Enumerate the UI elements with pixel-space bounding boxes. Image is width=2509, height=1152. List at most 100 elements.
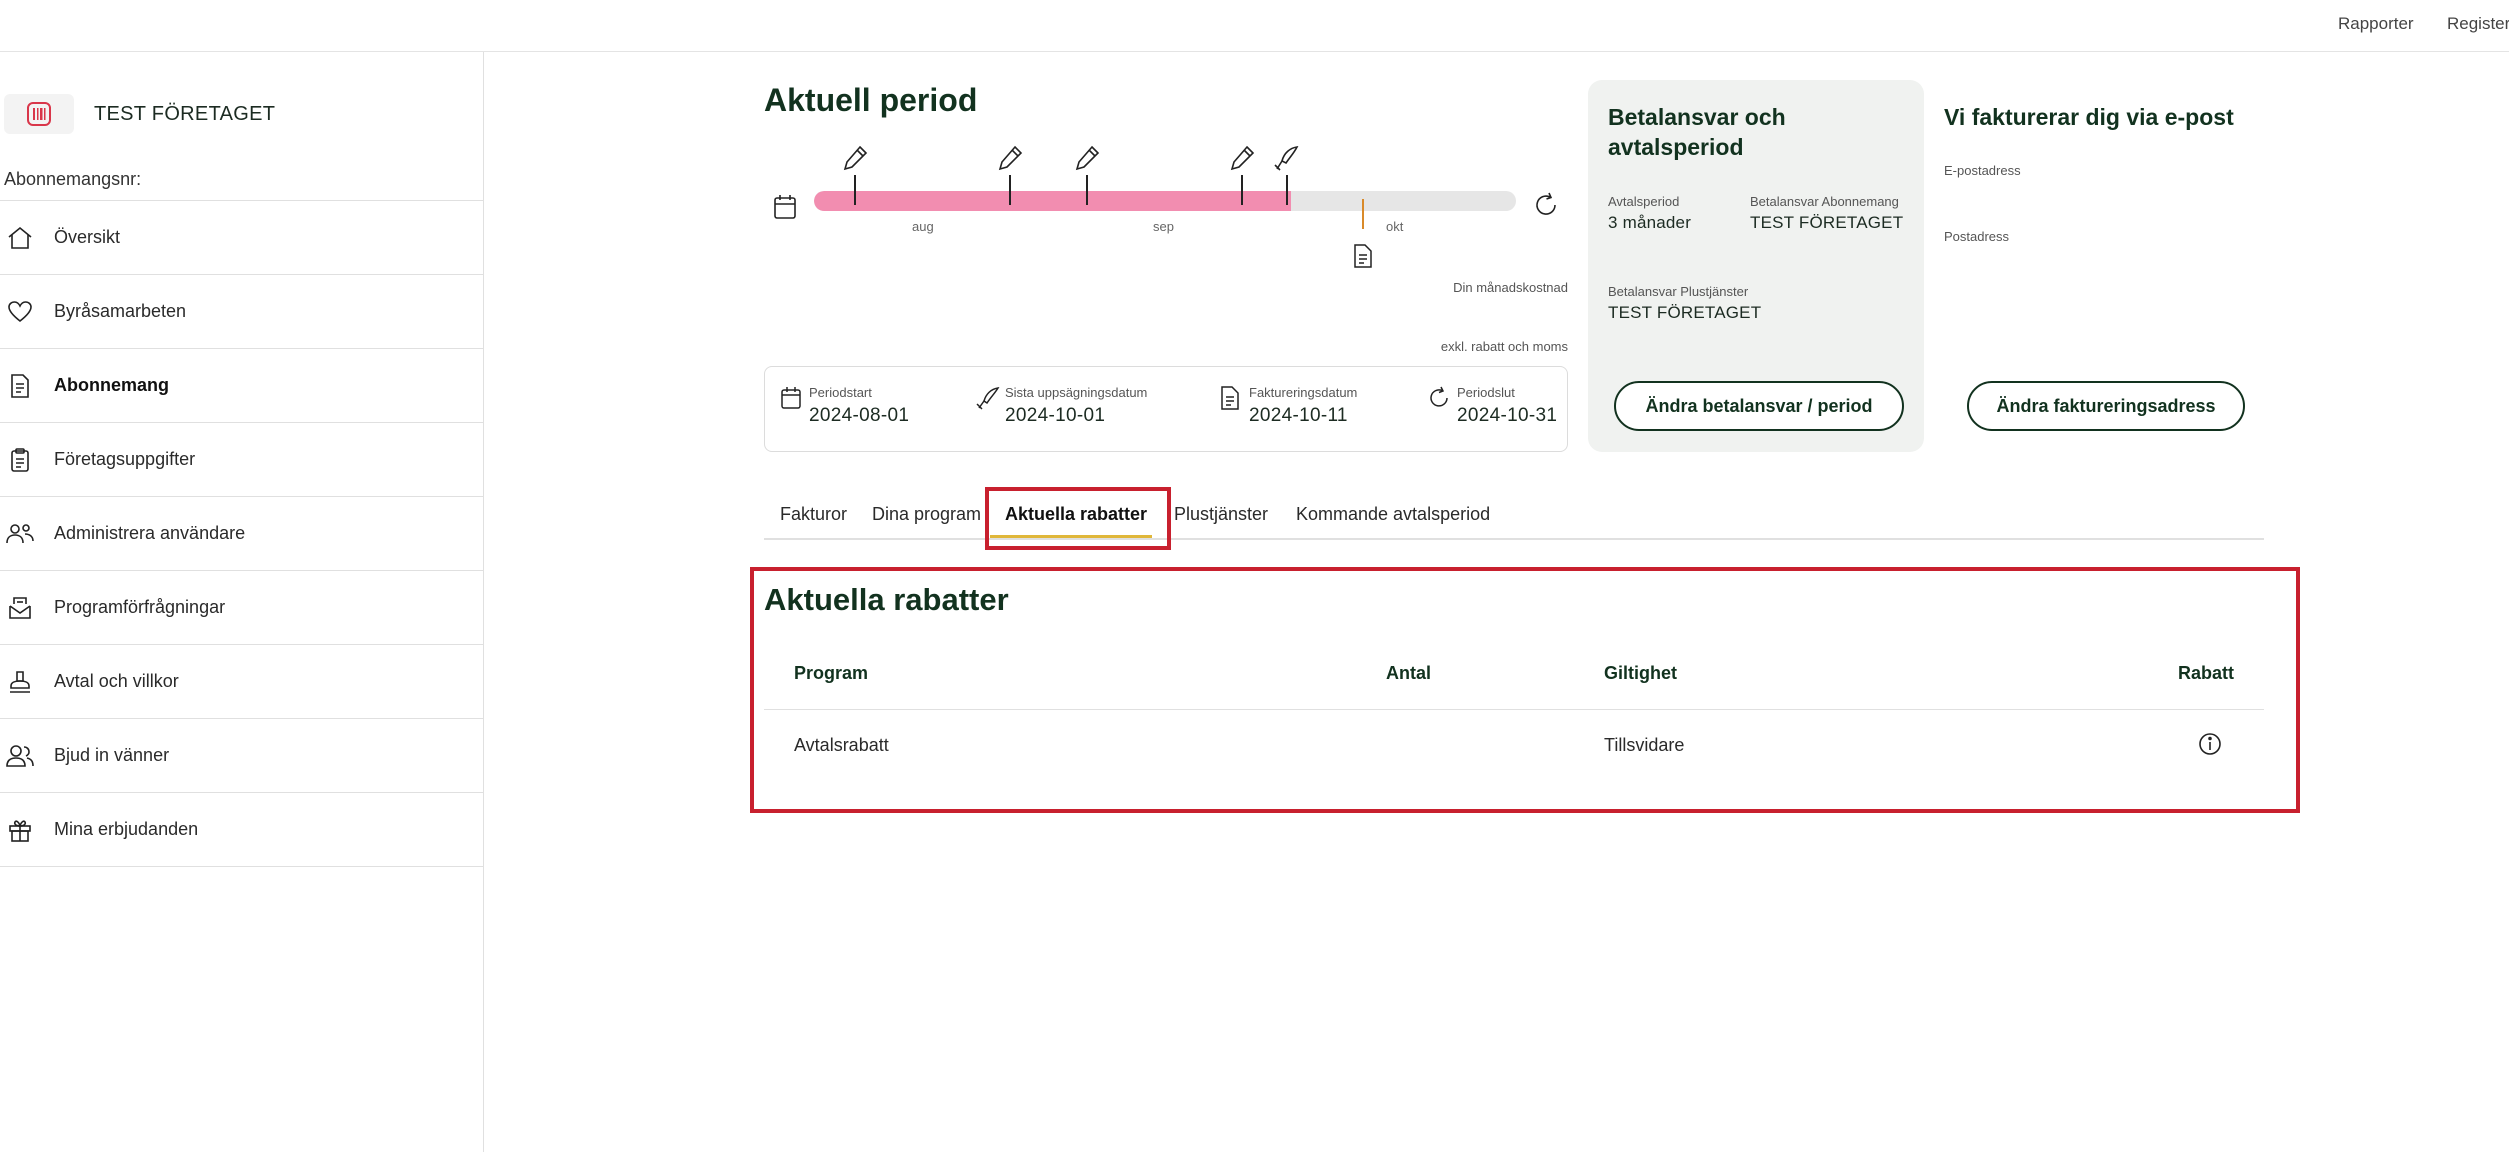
- change-billing-button[interactable]: Ändra betalansvar / period: [1614, 381, 1904, 431]
- cancellation-date-label: Sista uppsägningsdatum: [1005, 385, 1148, 400]
- timeline-month-label: okt: [1386, 219, 1404, 234]
- postal-address-label: Postadress: [1944, 229, 2010, 244]
- period-end: Periodslut 2024-10-31: [1427, 385, 1557, 427]
- tab-plus-services[interactable]: Plustjänster: [1174, 504, 1268, 525]
- discount-program-cell: Avtalsrabatt: [794, 735, 889, 755]
- column-header-discount: Rabatt: [2178, 663, 2235, 683]
- company-header: TEST FÖRETAGET: [4, 92, 275, 136]
- home-icon: [4, 222, 36, 254]
- sidebar-item-label: Företagsuppgifter: [54, 449, 196, 469]
- invoice-date: Faktureringsdatum 2024-10-11: [1219, 385, 1357, 427]
- tab-your-programs[interactable]: Dina program: [872, 504, 981, 525]
- calendar-icon: [772, 193, 798, 226]
- sidebar-item-invite-friends[interactable]: Bjud in vänner: [0, 719, 484, 793]
- timeline-month-label: sep: [1153, 219, 1174, 234]
- clipboard-icon: [4, 444, 36, 476]
- barcode-icon: [27, 102, 51, 126]
- company-logo: [4, 94, 74, 134]
- monthly-cost-sub-label: exkl. rabatt och moms: [1440, 339, 1568, 354]
- sidebar-item-label: Avtal och villkor: [54, 671, 179, 691]
- discount-validity-cell: Tillsvidare: [1604, 735, 1685, 755]
- sidebar-nav: Översikt Byråsamarbeten Abonnemang Föret…: [0, 200, 484, 867]
- document-icon: [1219, 385, 1245, 411]
- timeline-event-marker[interactable]: [995, 143, 1025, 207]
- sidebar-item-program-requests[interactable]: Programförfrågningar: [0, 571, 484, 645]
- period-dates-box: Periodstart 2024-08-01 Sista uppsägnings…: [764, 366, 1568, 452]
- gift-icon: [4, 814, 36, 846]
- invoice-document-icon[interactable]: [1352, 243, 1374, 274]
- period-progress-fill: [814, 191, 1292, 211]
- sidebar-item-agency[interactable]: Byråsamarbeten: [0, 275, 484, 349]
- timeline-month-label: aug: [912, 219, 934, 234]
- column-header-validity: Giltighet: [1604, 663, 1677, 683]
- quill-icon: [975, 385, 1001, 411]
- sidebar-item-subscription[interactable]: Abonnemang: [0, 349, 484, 423]
- document-icon: [4, 370, 36, 402]
- refresh-icon[interactable]: [1532, 191, 1560, 224]
- subscription-number-label: Abonnemangsnr:: [4, 169, 142, 189]
- sidebar-item-label: Översikt: [54, 227, 121, 247]
- sidebar-item-terms[interactable]: Avtal och villkor: [0, 645, 484, 719]
- invoice-info-title: Vi fakturerar dig via e-post: [1944, 104, 2234, 130]
- period-start-label: Periodstart: [809, 385, 872, 400]
- agreement-period-label: Avtalsperiod: [1608, 194, 1680, 209]
- timeline-invoice-line: [1362, 199, 1364, 229]
- timeline-event-marker[interactable]: [1227, 143, 1257, 207]
- column-header-program: Program: [794, 663, 869, 683]
- heart-icon: [4, 296, 36, 328]
- pencil-icon: [1230, 145, 1255, 171]
- period-start: Periodstart 2024-08-01: [779, 385, 909, 427]
- top-bar: Rapporter Register: [0, 0, 2509, 52]
- period-end-value: 2024-10-31: [1457, 405, 1558, 426]
- refresh-icon: [1427, 385, 1453, 411]
- tab-invoices[interactable]: Fakturor: [780, 504, 847, 525]
- invoice-date-label: Faktureringsdatum: [1249, 385, 1358, 400]
- company-name: TEST FÖRETAGET: [94, 102, 276, 125]
- column-header-count: Antal: [1386, 663, 1431, 683]
- sidebar-item-company-info[interactable]: Företagsuppgifter: [0, 423, 484, 497]
- timeline-event-marker[interactable]: [1072, 143, 1102, 207]
- sidebar-item-label: Mina erbjudanden: [54, 819, 199, 839]
- sidebar-item-manage-users[interactable]: Administrera användare: [0, 497, 484, 571]
- period-end-label: Periodslut: [1457, 385, 1515, 400]
- calendar-icon: [779, 385, 805, 411]
- payer-subscription-label: Betalansvar Abonnemang: [1750, 194, 1899, 209]
- change-invoice-address-button[interactable]: Ändra faktureringsadress: [1967, 381, 2245, 431]
- quill-icon: [1274, 145, 1299, 171]
- period-start-value: 2024-08-01: [809, 405, 910, 426]
- billing-card: Betalansvar och avtalsperiod Avtalsperio…: [1588, 80, 1924, 452]
- register-link[interactable]: Register: [2447, 14, 2509, 34]
- payer-plus-label: Betalansvar Plustjänster: [1608, 284, 1749, 299]
- sidebar-item-overview[interactable]: Översikt: [0, 201, 484, 275]
- pencil-icon: [843, 145, 868, 171]
- info-icon[interactable]: [2197, 731, 2223, 762]
- timeline-event-marker[interactable]: [840, 143, 870, 207]
- page-title: Aktuell period: [764, 82, 978, 118]
- sidebar-item-label: Bjud in vänner: [54, 745, 170, 765]
- sidebar-item-label: Programförfrågningar: [54, 597, 226, 617]
- sidebar-item-offers[interactable]: Mina erbjudanden: [0, 793, 484, 867]
- reports-link[interactable]: Rapporter: [2338, 14, 2414, 34]
- billing-card-title: Betalansvar och avtalsperiod: [1608, 104, 1786, 160]
- sidebar-item-label: Byråsamarbeten: [54, 301, 187, 321]
- users-settings-icon: [4, 518, 36, 550]
- pencil-icon: [1075, 145, 1100, 171]
- cancellation-date: Sista uppsägningsdatum 2024-10-01: [975, 385, 1147, 427]
- discounts-title: Aktuella rabatter: [764, 582, 1009, 617]
- sidebar-item-label: Abonnemang: [54, 375, 169, 395]
- email-label: E-postadress: [1944, 163, 2021, 178]
- payer-subscription-value: TEST FÖRETAGET: [1750, 213, 1904, 232]
- tab-upcoming-period[interactable]: Kommande avtalsperiod: [1296, 504, 1490, 525]
- invoice-date-value: 2024-10-11: [1249, 405, 1348, 426]
- stamp-icon: [4, 666, 36, 698]
- pencil-icon: [998, 145, 1023, 171]
- timeline-cancel-marker[interactable]: [1272, 143, 1302, 207]
- inbox-icon: [4, 592, 36, 624]
- period-progress-bar: [814, 191, 1516, 211]
- people-icon: [4, 740, 36, 772]
- monthly-cost-label: Din månadskostnad: [1453, 280, 1568, 295]
- period-timeline: aug sep okt: [764, 135, 1564, 285]
- agreement-period-value: 3 månader: [1608, 213, 1692, 232]
- table-divider: [764, 709, 2264, 710]
- tab-highlight-box: [985, 487, 1171, 550]
